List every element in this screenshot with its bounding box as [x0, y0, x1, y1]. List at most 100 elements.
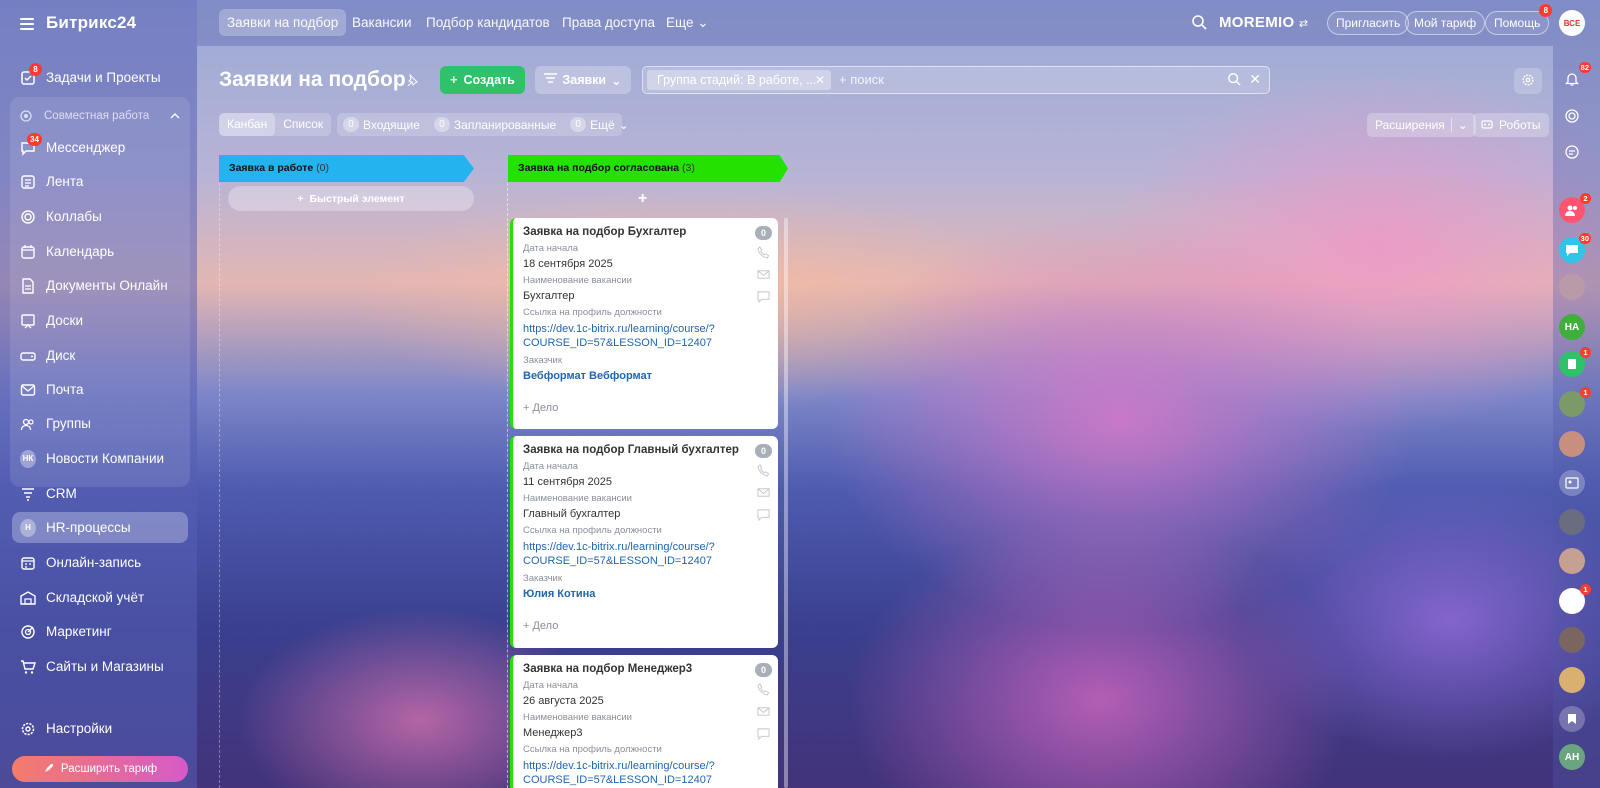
client-link[interactable]: Юлия Котина: [523, 588, 778, 600]
my-tariff-button[interactable]: Мой тариф: [1405, 11, 1486, 35]
sidebar-item-label: Почта: [46, 382, 84, 397]
mail-icon[interactable]: [757, 705, 770, 721]
view-kanban[interactable]: Канбан: [219, 113, 276, 136]
sidebar-item-disk[interactable]: Диск: [12, 340, 188, 371]
notes-icon[interactable]: 1: [1559, 347, 1591, 377]
sidebar-item-messenger[interactable]: 34 Мессенджер: [12, 132, 188, 163]
search-icon[interactable]: [1227, 72, 1241, 89]
tab-access[interactable]: Права доступа: [554, 9, 663, 36]
tab-requests[interactable]: Заявки на подбор: [219, 9, 347, 36]
phone-icon[interactable]: [757, 464, 770, 480]
id-card-icon[interactable]: [1559, 470, 1585, 496]
brand-avatar[interactable]: 1: [1559, 584, 1591, 614]
sidebar-item-sites[interactable]: Сайты и Магазины: [12, 651, 188, 682]
view-list[interactable]: Список: [275, 113, 331, 136]
chat-icon[interactable]: [757, 727, 770, 743]
filter-chip[interactable]: Группа стадий: В работе, ... ✕: [647, 70, 831, 90]
tab-vacancies[interactable]: Вакансии: [344, 9, 420, 36]
users-icon[interactable]: 2: [1559, 193, 1591, 223]
group-header[interactable]: Совместная работа: [18, 108, 184, 124]
target-icon[interactable]: [1559, 103, 1585, 129]
tab-candidates[interactable]: Подбор кандидатов: [418, 9, 558, 36]
counter-incoming[interactable]: 0 Входящие: [343, 117, 420, 132]
avatar[interactable]: [1559, 509, 1585, 535]
settings-button[interactable]: [1514, 68, 1542, 94]
column-scrollbar[interactable]: [784, 218, 788, 788]
sidebar-item-tasks[interactable]: 8 Задачи и Проекты: [12, 62, 188, 93]
chevron-up-icon[interactable]: [170, 110, 180, 122]
create-button[interactable]: + Создать: [440, 66, 525, 94]
column-header-in-work[interactable]: Заявка в работе (0): [219, 155, 474, 182]
bookmark-icon[interactable]: [1559, 706, 1585, 732]
counter-more[interactable]: 0 Ещё ⌄: [570, 117, 629, 132]
sidebar-item-groups[interactable]: Группы: [12, 408, 188, 439]
user-avatar[interactable]: ВСЕ: [1559, 10, 1585, 36]
chat-icon[interactable]: [757, 290, 770, 306]
company-brand[interactable]: MOREMIO ⇄: [1219, 14, 1308, 31]
help-button[interactable]: Помощь 8: [1485, 4, 1553, 35]
add-deal-button[interactable]: + Дело: [523, 402, 778, 414]
avatar[interactable]: [1559, 667, 1585, 693]
mail-icon[interactable]: [757, 268, 770, 284]
add-item-button[interactable]: +: [638, 190, 647, 208]
logo[interactable]: Битрикс24: [46, 13, 136, 33]
sidebar-item-booking[interactable]: Онлайн-запись: [12, 547, 188, 578]
sidebar-item-label: Диск: [46, 348, 76, 363]
entity-selector[interactable]: Заявки ⌄: [535, 66, 631, 94]
sidebar-item-news[interactable]: НК Новости Компании: [12, 443, 188, 474]
avatar[interactable]: [1559, 548, 1585, 574]
messages-icon[interactable]: 30: [1559, 233, 1591, 263]
chat-icon: 34: [20, 132, 42, 156]
column-header-approved[interactable]: Заявка на подбор согласована (3): [508, 155, 788, 182]
add-deal-button[interactable]: + Дело: [523, 620, 778, 632]
sidebar-item-docs[interactable]: Документы Онлайн: [12, 270, 188, 301]
chat-icon[interactable]: [757, 508, 770, 524]
kanban-card[interactable]: Заявка на подбор Бухгалтер 0 Дата начала…: [510, 218, 778, 429]
avatar[interactable]: [1559, 274, 1585, 300]
sidebar-item-boards[interactable]: Доски: [12, 305, 188, 336]
avatar[interactable]: [1559, 627, 1585, 653]
search-icon[interactable]: [1191, 14, 1207, 33]
sidebar-item-marketing[interactable]: Маркетинг: [12, 616, 188, 647]
avatar[interactable]: 1: [1559, 387, 1591, 417]
kanban-card[interactable]: Заявка на подбор Главный бухгалтер 0 Дат…: [510, 436, 778, 648]
robots-button[interactable]: Роботы: [1473, 113, 1549, 137]
sidebar-item-feed[interactable]: Лента: [12, 166, 188, 197]
phone-icon[interactable]: [757, 683, 770, 699]
search-input[interactable]: + поиск: [839, 72, 884, 87]
chat-bubble-icon[interactable]: [1559, 139, 1585, 165]
avatar-initials[interactable]: НА: [1559, 314, 1585, 340]
sidebar-item-calendar[interactable]: Календарь: [12, 236, 188, 267]
upgrade-tariff-button[interactable]: Расширить тариф: [12, 756, 188, 782]
avatar-initials[interactable]: АН: [1559, 744, 1585, 770]
profile-link[interactable]: https://dev.1c-bitrix.ru/learning/course…: [523, 322, 778, 350]
sidebar-item-hr[interactable]: H HR-процессы: [12, 512, 188, 543]
bell-icon[interactable]: 82: [1559, 62, 1591, 92]
sidebar-item-collabs[interactable]: Коллабы: [12, 201, 188, 232]
kanban-card[interactable]: Заявка на подбор Менеджер3 0 Дата начала…: [510, 655, 778, 788]
client-link[interactable]: Вебформат Вебформат: [523, 370, 778, 382]
sidebar-item-crm[interactable]: CRM: [12, 478, 188, 509]
extensions-button[interactable]: Расширения ⌄: [1367, 113, 1476, 137]
field-vacancy: Менеджер3: [523, 727, 583, 739]
menu-icon[interactable]: [20, 17, 34, 30]
invite-button[interactable]: Пригласить: [1327, 11, 1410, 35]
sidebar-item-mail[interactable]: Почта: [12, 374, 188, 405]
card-title[interactable]: Заявка на подбор Бухгалтер: [523, 226, 778, 238]
filter-search[interactable]: Группа стадий: В работе, ... ✕ + поиск ✕: [642, 66, 1270, 94]
sidebar-item-settings[interactable]: Настройки: [12, 713, 188, 744]
quick-add-button[interactable]: + Быстрый элемент: [228, 186, 474, 211]
pin-icon[interactable]: [406, 73, 418, 89]
profile-link[interactable]: https://dev.1c-bitrix.ru/learning/course…: [523, 540, 778, 568]
close-icon[interactable]: ✕: [815, 70, 825, 90]
card-title[interactable]: Заявка на подбор Главный бухгалтер: [523, 444, 778, 456]
profile-link[interactable]: https://dev.1c-bitrix.ru/learning/course…: [523, 759, 778, 787]
clear-icon[interactable]: ✕: [1249, 71, 1261, 88]
tab-more[interactable]: Еще ⌄: [658, 9, 717, 36]
avatar[interactable]: [1559, 431, 1585, 457]
sidebar-item-warehouse[interactable]: Складской учёт: [12, 582, 188, 613]
mail-icon[interactable]: [757, 486, 770, 502]
phone-icon[interactable]: [757, 246, 770, 262]
counter-planned[interactable]: 0 Запланированные: [433, 117, 556, 132]
card-title[interactable]: Заявка на подбор Менеджер3: [523, 663, 778, 675]
